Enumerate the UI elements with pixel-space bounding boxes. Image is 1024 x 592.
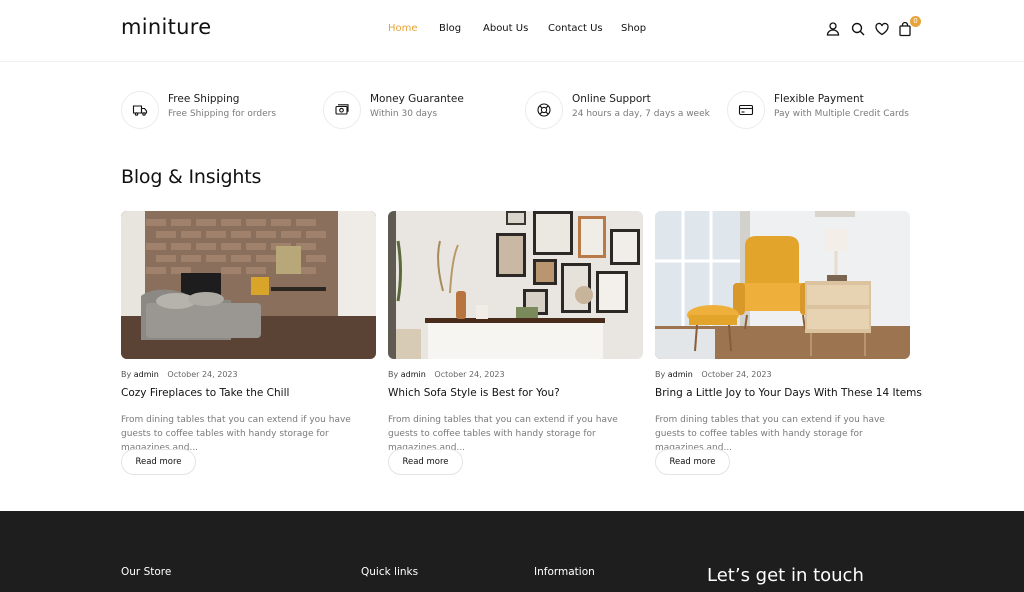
search-icon[interactable] bbox=[850, 21, 866, 37]
money-icon bbox=[323, 91, 361, 129]
feature-title: Online Support bbox=[572, 93, 651, 105]
footer-heading-quick-links: Quick links bbox=[361, 566, 419, 578]
feature-subtitle: Within 30 days bbox=[370, 109, 438, 119]
feature-subtitle: 24 hours a day, 7 days a week bbox=[572, 109, 710, 119]
feature-title: Money Guarantee bbox=[370, 93, 464, 105]
post-by-label: By bbox=[121, 370, 132, 379]
post-meta: By admin October 24, 2023 bbox=[388, 370, 505, 379]
post-by-label: By bbox=[655, 370, 666, 379]
blog-image-gallery-wall[interactable] bbox=[388, 211, 643, 359]
site-footer: Our Store Quick links Information Let’s … bbox=[0, 511, 1024, 592]
nav-home[interactable]: Home bbox=[388, 23, 418, 34]
lifebuoy-icon bbox=[525, 91, 563, 129]
post-meta: By admin October 24, 2023 bbox=[655, 370, 772, 379]
post-title[interactable]: Bring a Little Joy to Your Days With The… bbox=[655, 387, 922, 399]
post-meta: By admin October 24, 2023 bbox=[121, 370, 238, 379]
nav-about-us[interactable]: About Us bbox=[483, 23, 528, 34]
read-more-button[interactable]: Read more bbox=[121, 449, 196, 475]
post-author[interactable]: admin bbox=[668, 370, 693, 379]
feature-title: Flexible Payment bbox=[774, 93, 864, 105]
site-logo[interactable]: miniture bbox=[121, 15, 211, 39]
post-date: October 24, 2023 bbox=[701, 370, 772, 379]
blog-image-yellow-armchair[interactable] bbox=[655, 211, 910, 359]
truck-icon bbox=[121, 91, 159, 129]
read-more-button[interactable]: Read more bbox=[388, 449, 463, 475]
post-author[interactable]: admin bbox=[134, 370, 159, 379]
post-by-label: By bbox=[388, 370, 399, 379]
user-icon[interactable] bbox=[825, 21, 841, 37]
footer-heading-our-store: Our Store bbox=[121, 566, 172, 578]
post-date: October 24, 2023 bbox=[434, 370, 505, 379]
heart-icon[interactable] bbox=[874, 21, 890, 37]
post-title[interactable]: Which Sofa Style is Best for You? bbox=[388, 387, 560, 399]
cart-count-badge: 0 bbox=[910, 16, 921, 27]
nav-contact-us[interactable]: Contact Us bbox=[548, 23, 603, 34]
footer-heading-information: Information bbox=[534, 566, 595, 578]
blog-section-title: Blog & Insights bbox=[121, 166, 262, 188]
read-more-button[interactable]: Read more bbox=[655, 449, 730, 475]
nav-blog[interactable]: Blog bbox=[439, 23, 461, 34]
feature-subtitle: Pay with Multiple Credit Cards bbox=[774, 109, 909, 119]
post-title[interactable]: Cozy Fireplaces to Take the Chill bbox=[121, 387, 289, 399]
footer-heading-get-in-touch: Let’s get in touch bbox=[707, 565, 864, 586]
post-author[interactable]: admin bbox=[401, 370, 426, 379]
feature-subtitle: Free Shipping for orders bbox=[168, 109, 277, 119]
feature-title: Free Shipping bbox=[168, 93, 240, 105]
post-date: October 24, 2023 bbox=[167, 370, 238, 379]
site-header: miniture Home Blog About Us Contact Us S… bbox=[0, 0, 1024, 62]
card-icon bbox=[727, 91, 765, 129]
blog-image-fireplace-room[interactable] bbox=[121, 211, 376, 359]
nav-shop[interactable]: Shop bbox=[621, 23, 646, 34]
